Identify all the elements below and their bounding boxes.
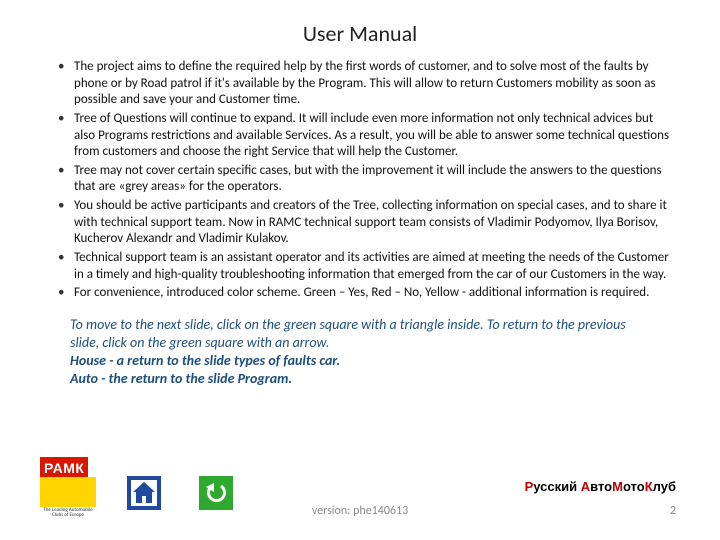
logo-yellow-block [40,477,96,507]
instructions-line: To move to the next slide, click on the … [70,316,650,352]
instructions-line-bold: Auto - the return to the slide Program. [70,370,650,388]
footer: РАМК The Leading Automobile Clubs of Eur… [0,468,720,528]
page-title: User Manual [50,20,670,47]
brand-part: луб [653,479,676,494]
list-item: The project aims to define the required … [74,59,670,109]
brand-part: М [612,479,623,494]
version-label: version: phe140613 [0,504,720,518]
brand-part: ото [623,479,645,494]
instructions-block: To move to the next slide, click on the … [70,316,650,389]
list-item: Tree of Questions will continue to expan… [74,111,670,161]
arrow-back-icon [203,480,229,506]
instructions-line-bold: House - a return to the slide types of f… [70,352,650,370]
logo-text: РАМК [40,457,88,477]
list-item: You should be active participants and cr… [74,198,670,248]
brand-part: А [581,479,590,494]
list-item: Technical support team is an assistant o… [74,250,670,283]
list-item: For convenience, introduced color scheme… [74,285,670,302]
house-icon [131,480,157,506]
page-number: 2 [670,504,676,518]
bullet-list: The project aims to define the required … [50,59,670,302]
brand-part: усский [533,479,580,494]
brand-name: Русский АвтоМотоКлуб [525,479,676,494]
brand-part: Р [525,479,534,494]
brand-part: вто [590,479,612,494]
list-item: Tree may not cover certain specific case… [74,163,670,196]
brand-part: К [645,479,653,494]
